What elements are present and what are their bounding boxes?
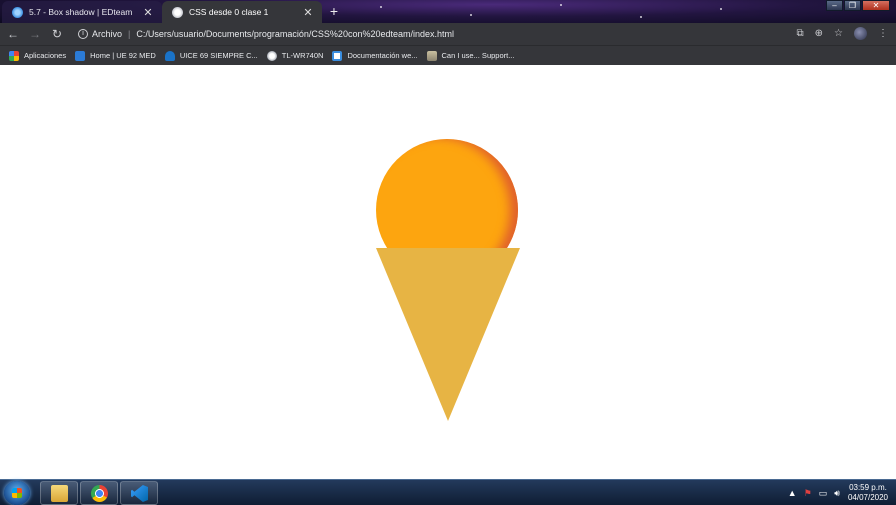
address-bar[interactable]: i Archivo | C:/Users/usuario/Documents/p… <box>72 26 772 42</box>
ice-cream-cone <box>376 248 520 421</box>
system-tray: ▲ ⚑ ▭ 🔊︎ 03:59 p.m. 04/07/2020 <box>781 480 888 505</box>
bookmark-label: UICE 69 SIEMPRE C... <box>179 51 258 60</box>
forward-arrow-icon[interactable]: → <box>24 27 46 41</box>
bookmark-label: Documentación we... <box>347 51 418 60</box>
file-explorer-icon <box>51 485 68 502</box>
scheme-label: Archivo <box>92 29 123 39</box>
url-text[interactable]: C:/Users/usuario/Documents/programación/… <box>136 29 454 39</box>
edteam-favicon-icon <box>12 6 23 18</box>
profile-avatar[interactable] <box>854 27 867 40</box>
info-icon[interactable]: i <box>78 29 88 39</box>
bookmark-label: Can I use... Support... <box>441 51 515 60</box>
ice-cream-drawing <box>374 139 522 424</box>
clock-date: 04/07/2020 <box>847 493 888 502</box>
tab-css-desde-0[interactable]: CSS desde 0 clase 1 ✕ <box>162 1 322 23</box>
taskbar-file-explorer[interactable] <box>40 481 78 505</box>
bookmark-uice[interactable]: UICE 69 SIEMPRE C... <box>164 50 258 61</box>
globe-icon <box>266 50 277 61</box>
close-tab-icon[interactable]: ✕ <box>302 6 314 19</box>
tab-box-shadow[interactable]: 5.7 - Box shadow | EDteam ✕ <box>2 1 162 23</box>
zoom-icon[interactable]: ⊕ <box>815 28 823 39</box>
bookmark-can-i-use[interactable]: Can I use... Support... <box>426 50 515 61</box>
tray-expand-icon[interactable]: ▲ <box>788 488 797 498</box>
toolbar-actions: ⧉ ⊕ ☆ ⋮ <box>797 27 888 40</box>
globe-favicon-icon <box>172 6 183 18</box>
bookmark-aplicaciones[interactable]: Aplicaciones <box>9 50 67 61</box>
mdn-icon <box>332 50 343 61</box>
taskbar-vscode[interactable] <box>120 481 158 505</box>
star-decoration <box>560 4 562 6</box>
bookmarks-bar: Aplicaciones Home | UE 92 MED UICE 69 SI… <box>0 45 896 65</box>
reload-icon[interactable]: ↻ <box>46 27 68 41</box>
maximize-button[interactable]: ❐ <box>844 0 861 11</box>
star-decoration <box>720 8 722 10</box>
back-arrow-icon[interactable]: ← <box>2 27 24 41</box>
browser-tab-strip: 5.7 - Box shadow | EDteam ✕ CSS desde 0 … <box>0 0 896 23</box>
bookmark-label: Home | UE 92 MED <box>90 51 156 60</box>
action-center-flag-icon[interactable]: ⚑ <box>804 488 812 499</box>
address-separator: | <box>128 29 131 39</box>
start-button[interactable] <box>4 481 30 505</box>
minimize-button[interactable]: – <box>826 0 843 11</box>
translate-icon[interactable]: ⧉ <box>797 28 804 39</box>
bookmark-tl-wr740n[interactable]: TL-WR740N <box>266 50 324 61</box>
menu-dots-icon[interactable]: ⋮ <box>878 28 888 39</box>
clock-time: 03:59 p.m. <box>849 483 887 492</box>
browser-toolbar: ← → ↻ i Archivo | C:/Users/usuario/Docum… <box>0 23 896 45</box>
star-decoration <box>470 14 472 16</box>
star-decoration <box>640 16 642 18</box>
caniuse-icon <box>426 50 437 61</box>
chrome-icon <box>91 485 108 502</box>
network-icon[interactable]: ▭ <box>819 488 828 499</box>
taskbar-chrome[interactable] <box>80 481 118 505</box>
volume-icon[interactable]: 🔊︎ <box>834 488 840 499</box>
new-tab-button[interactable]: + <box>326 4 342 20</box>
bookmark-star-icon[interactable]: ☆ <box>834 28 843 39</box>
windows-taskbar: ▲ ⚑ ▭ 🔊︎ 03:59 p.m. 04/07/2020 <box>0 479 896 505</box>
apps-grid-icon <box>9 50 19 61</box>
windows-logo-icon <box>12 488 22 498</box>
tab-title: CSS desde 0 clase 1 <box>189 7 269 17</box>
bookmark-label: TL-WR740N <box>281 51 324 60</box>
bookmark-home-ue[interactable]: Home | UE 92 MED <box>75 50 156 61</box>
bookmark-label: Aplicaciones <box>24 51 67 60</box>
cloud-icon <box>164 50 175 61</box>
close-tab-icon[interactable]: ✕ <box>142 6 154 19</box>
clock[interactable]: 03:59 p.m. 04/07/2020 <box>848 483 888 503</box>
window-controls: – ❐ ✕ <box>825 0 890 11</box>
tab-title: 5.7 - Box shadow | EDteam <box>29 7 133 17</box>
page-viewport <box>0 65 896 479</box>
vscode-icon <box>131 485 148 502</box>
screen: 5.7 - Box shadow | EDteam ✕ CSS desde 0 … <box>0 0 896 505</box>
moodle-icon <box>75 50 86 61</box>
bookmark-documentacion[interactable]: Documentación we... <box>332 50 418 61</box>
close-window-button[interactable]: ✕ <box>862 0 890 11</box>
star-decoration <box>380 6 382 8</box>
